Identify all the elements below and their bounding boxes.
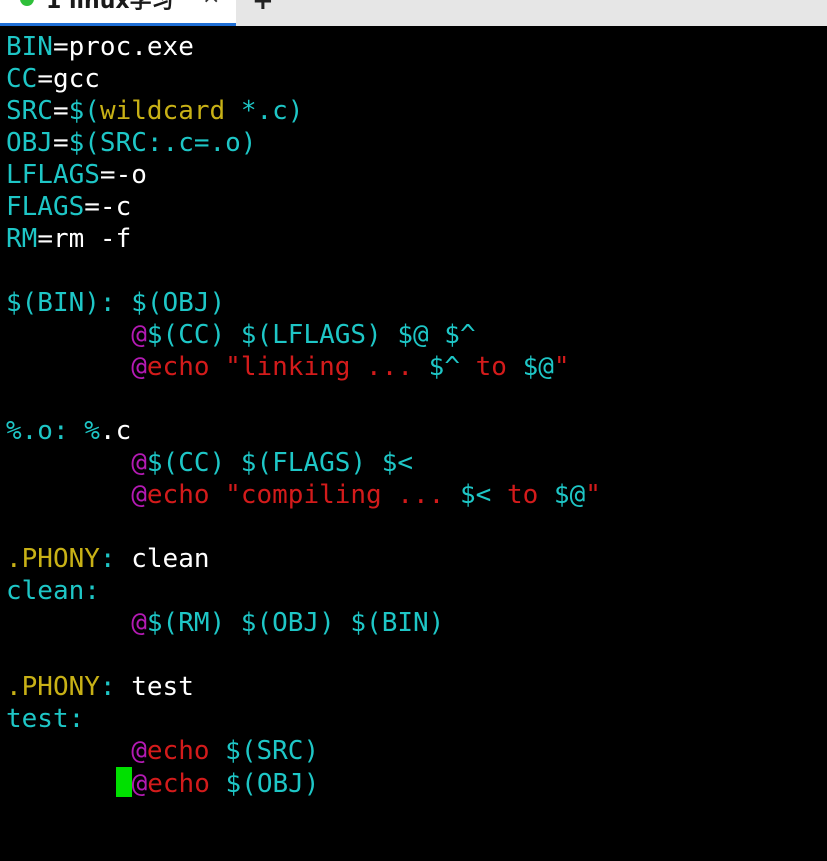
code-token: @: [131, 480, 147, 510]
code-token: to: [459, 352, 523, 382]
code-token: test:: [6, 704, 85, 734]
code-token: "linking ...: [225, 352, 429, 382]
code-line: @echo "linking ... $^ to $@": [6, 351, 601, 383]
new-tab-icon[interactable]: +: [252, 0, 274, 16]
tab-linux-study[interactable]: 1 linux学习 ×: [0, 0, 236, 26]
code-token: "compiling ...: [225, 480, 460, 510]
code-line: LFLAGS=-o: [6, 159, 601, 191]
code-line: @$(CC) $(LFLAGS) $@ $^: [6, 319, 601, 351]
code-token: $<: [459, 480, 492, 510]
code-line: .PHONY: test: [6, 671, 601, 703]
code-line: clean:: [6, 575, 601, 607]
code-line: RM=rm -f: [6, 223, 601, 255]
code-token: CC: [6, 64, 38, 94]
code-token: @: [131, 769, 148, 799]
code-token: wildcard: [99, 96, 226, 126]
code-token: .PHONY: [6, 544, 100, 574]
code-token: @: [131, 320, 147, 350]
code-token: $(OBJ): [225, 769, 320, 799]
connection-status-icon: [20, 0, 34, 6]
code-token: $(SRC:.c=.o): [68, 128, 257, 158]
code-token: echo: [146, 480, 226, 510]
code-line: %.o: %.c: [6, 415, 601, 447]
code-token: @: [131, 352, 147, 382]
code-token: =rm -f: [37, 224, 132, 254]
code-line: .PHONY: clean: [6, 543, 601, 575]
code-token: clean: [115, 544, 210, 574]
code-token: .c: [99, 416, 132, 446]
code-token: .PHONY: [6, 672, 100, 702]
code-line: test:: [6, 703, 601, 735]
code-token: $(RM) $(OBJ) $(BIN): [146, 608, 445, 638]
code-token: ": [553, 352, 570, 382]
code-token: =-c: [84, 192, 132, 222]
terminal-editor[interactable]: BIN=proc.exe CC=gcc SRC=$(wildcard *.c) OBJ…: [0, 30, 827, 861]
code-token: =-o: [99, 160, 147, 190]
code-token: $(: [68, 96, 100, 126]
code-token: RM: [6, 224, 38, 254]
code-line: CC=gcc: [6, 63, 601, 95]
code-token: =proc.exe: [52, 32, 194, 62]
code-line: BIN=proc.exe: [6, 31, 601, 63]
code-token: LFLAGS: [6, 160, 100, 190]
code-token: %.o: %: [6, 416, 100, 446]
code-token: $@: [553, 480, 586, 510]
code-token: :: [99, 672, 116, 702]
code-token: test: [115, 672, 194, 702]
code-token: echo: [146, 736, 226, 766]
code-token: to: [491, 480, 554, 510]
code-token: ": [585, 480, 601, 510]
code-line: SRC=$(wildcard *.c): [6, 95, 601, 127]
tab-bar: 1 linux学习 × +: [0, 0, 827, 26]
code-token: @: [131, 736, 147, 766]
tab-title: 1 linux学习: [46, 0, 174, 14]
code-token: BIN: [6, 32, 53, 62]
code-token: =: [52, 96, 69, 126]
code-token: $(SRC): [225, 736, 320, 766]
code-token: @: [131, 608, 147, 638]
code-token: :: [99, 544, 116, 574]
code-token: =: [52, 128, 69, 158]
close-icon[interactable]: ×: [202, 0, 220, 9]
code-token: FLAGS: [6, 192, 85, 222]
code-token: echo: [147, 769, 226, 799]
code-token: $(BIN): $(OBJ): [6, 288, 226, 318]
code-line: $(BIN): $(OBJ): [6, 287, 601, 319]
text-cursor: [115, 767, 132, 797]
code-token: =gcc: [37, 64, 100, 94]
code-line: @echo "compiling ... $< to $@": [6, 479, 601, 511]
code-token: @: [131, 448, 147, 478]
code-token: SRC: [6, 96, 53, 126]
code-token: $^: [428, 352, 460, 382]
code-token: echo: [146, 352, 226, 382]
code-token: $(CC) $(LFLAGS) $@ $^: [146, 320, 476, 350]
makefile-content: BIN=proc.exe CC=gcc SRC=$(wildcard *.c) OBJ…: [6, 31, 601, 799]
code-token: *.c): [225, 96, 304, 126]
code-line: FLAGS=-c: [6, 191, 601, 223]
code-token: $(CC) $(FLAGS) $<: [146, 448, 413, 478]
code-token: $@: [522, 352, 554, 382]
code-line: @echo $(OBJ): [6, 767, 601, 799]
code-line: @$(CC) $(FLAGS) $<: [6, 447, 601, 479]
code-token: clean:: [6, 576, 100, 606]
code-token: OBJ: [6, 128, 53, 158]
code-line: @echo $(SRC): [6, 735, 601, 767]
code-line: OBJ=$(SRC:.c=.o): [6, 127, 601, 159]
code-line: @$(RM) $(OBJ) $(BIN): [6, 607, 601, 639]
